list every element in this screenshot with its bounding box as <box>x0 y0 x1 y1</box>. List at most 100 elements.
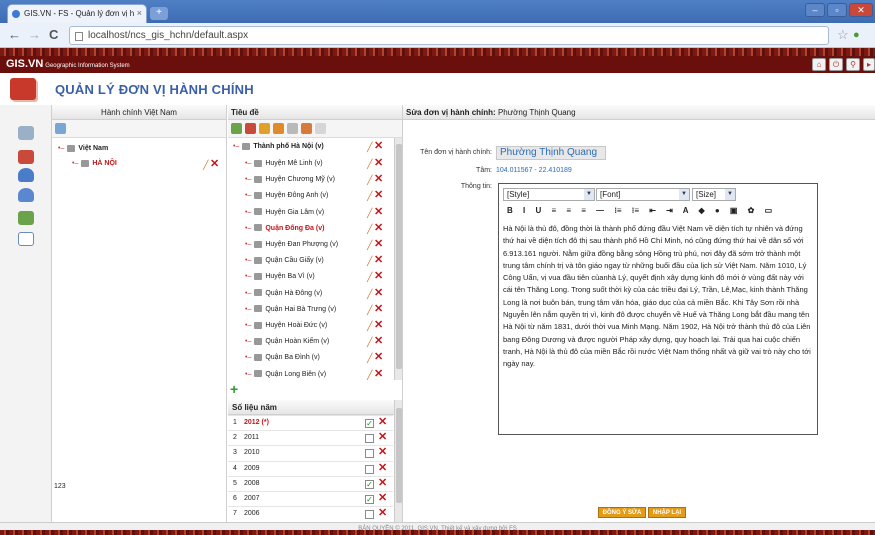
style-select[interactable]: [Style] ▼ <box>503 188 595 201</box>
bookmark-star-icon[interactable]: ☆ <box>837 27 849 43</box>
district-item[interactable]: •– Quận Hà Đông (v) <box>245 285 322 302</box>
delete-icon[interactable]: ✕ <box>374 320 383 331</box>
edit-icon[interactable]: ╱ <box>367 191 372 201</box>
year-row[interactable]: 3 2010 ✕ <box>228 445 393 459</box>
year-checkbox[interactable]: ✓ <box>365 495 374 504</box>
new-tab-button[interactable]: + <box>150 7 168 20</box>
network-icon[interactable] <box>18 126 34 140</box>
edit-icon[interactable]: ╱ <box>367 224 372 234</box>
delete-icon[interactable]: ✕ <box>374 352 383 363</box>
copy-icon[interactable] <box>287 123 298 134</box>
delete-icon[interactable]: ✕ <box>374 368 383 380</box>
district-item[interactable]: •– Quận Hoàn Kiếm (v) <box>245 333 329 350</box>
font-select[interactable]: [Font] ▼ <box>596 188 690 201</box>
edit-icon[interactable]: ╱ <box>367 142 372 152</box>
year-checkbox[interactable] <box>365 510 374 520</box>
edit-icon[interactable]: ╱ <box>367 208 372 218</box>
delete-icon[interactable]: ✕ <box>374 336 383 347</box>
delete-icon[interactable]: ✕ <box>374 190 383 201</box>
delete-icon[interactable]: ✕ <box>374 141 383 152</box>
browser-tab[interactable]: GIS.VN - FS - Quản lý đơn vị h × <box>7 4 147 23</box>
district-item[interactable]: •– Huyện Mê Linh (v) <box>245 155 323 172</box>
year-row[interactable]: 1 2012 (*) ✓ ✕ <box>228 415 393 429</box>
delete-icon[interactable]: ✕ <box>374 158 383 169</box>
edit-icon[interactable]: ╱ <box>367 321 372 331</box>
delete-icon[interactable]: ✕ <box>374 222 383 234</box>
delete-icon[interactable]: ✕ <box>378 493 387 504</box>
year-row[interactable]: 2 2011 ✕ <box>228 430 393 444</box>
district-item[interactable]: •– Huyện Ba Vì (v) <box>245 268 315 285</box>
power-icon[interactable]: ⏻ <box>829 58 843 71</box>
delete-icon[interactable]: ✕ <box>374 206 383 218</box>
delete-icon[interactable]: ✕ <box>210 159 219 170</box>
district-item[interactable]: •– Quận Long Biên (v) <box>245 366 326 380</box>
home-icon[interactable]: ⌂ <box>812 58 826 71</box>
tree-item-hanoi[interactable]: •– HÀ NỘI <box>72 155 117 172</box>
delete-icon[interactable]: ✕ <box>378 417 387 428</box>
district-item[interactable]: •– Huyện Đông Anh (v) <box>245 187 328 204</box>
year-checkbox[interactable]: ✓ <box>365 479 374 489</box>
map-icon[interactable] <box>18 150 34 164</box>
district-item[interactable]: •– Huyện Đan Phượng (v) <box>245 236 338 253</box>
year-checkbox[interactable] <box>365 434 374 444</box>
name-input[interactable]: Phường Thịnh Quang <box>496 146 606 160</box>
close-tab-icon[interactable]: × <box>137 8 142 18</box>
delete-icon[interactable]: ✕ <box>374 255 383 266</box>
delete-icon[interactable]: ✕ <box>374 287 383 299</box>
district-item[interactable]: •– Huyện Gia Lâm (v) <box>245 204 324 221</box>
close-window-icon[interactable]: ✕ <box>849 3 873 17</box>
district-item[interactable]: •– Quận Hai Bà Trưng (v) <box>245 301 336 318</box>
forward-icon[interactable]: → <box>28 27 41 43</box>
reset-button[interactable]: NHẬP LẠI <box>648 507 686 518</box>
back-icon[interactable]: ← <box>8 27 21 43</box>
delete-icon[interactable]: ✕ <box>374 239 383 250</box>
format-toolbar[interactable]: B I U ≡ ≡ ≡ — ⁝≡ ⁝≡ ⇤ ⇥ A ◆ ● ▣ ✿ ▭ <box>507 206 807 218</box>
district-item[interactable]: •– Quận Cầu Giấy (v) <box>245 252 324 269</box>
year-checkbox[interactable] <box>365 464 374 474</box>
delete-icon[interactable]: ✕ <box>378 508 387 519</box>
edit-icon[interactable]: ╱ <box>367 159 372 169</box>
edit-icon[interactable]: ╱ <box>367 256 372 266</box>
edit-icon[interactable]: ╱ <box>367 337 372 347</box>
map-edit-icon[interactable] <box>245 123 256 134</box>
year-row[interactable]: 7 2006 ✕ <box>228 506 393 520</box>
delete-icon[interactable]: ✕ <box>378 447 387 458</box>
year-row[interactable]: 5 2008 ✓ ✕ <box>228 475 393 490</box>
user-icon[interactable] <box>18 168 34 182</box>
delete-icon[interactable]: ✕ <box>374 271 383 282</box>
add-root-icon[interactable] <box>55 123 66 134</box>
year-row[interactable]: 6 2007 ✓ ✕ <box>228 491 393 505</box>
district-item[interactable]: •– Quận Ba Đình (v) <box>245 349 320 366</box>
settings-icon[interactable] <box>315 123 326 134</box>
delete-icon[interactable]: ✕ <box>378 462 387 474</box>
users-icon[interactable] <box>18 188 34 202</box>
add-year-button[interactable]: + <box>230 382 242 396</box>
district-scrollbar[interactable] <box>394 138 402 380</box>
district-item[interactable]: •– Huyện Chương Mỹ (v) <box>245 171 335 188</box>
edit-icon[interactable]: ╱ <box>367 175 372 185</box>
size-select[interactable]: [Size] ▼ <box>692 188 736 201</box>
tree-item-city[interactable]: •– Thành phố Hà Nội (v) <box>233 138 324 155</box>
extension-icon[interactable]: ● <box>853 27 860 43</box>
merge-icon[interactable] <box>301 123 312 134</box>
edit-icon[interactable]: ╱ <box>367 353 372 363</box>
export-icon[interactable] <box>273 123 284 134</box>
url-input[interactable]: localhost/ncs_gis_hchn/default.aspx <box>69 26 829 45</box>
minimize-icon[interactable]: – <box>805 3 825 17</box>
editor-content[interactable]: Hà Nội là thủ đô, đồng thời là thành phố… <box>500 223 816 429</box>
save-button[interactable]: ĐỒNG Ý SỬA <box>598 507 646 518</box>
search-icon[interactable]: ⚲ <box>846 58 860 71</box>
edit-icon[interactable]: ╱ <box>367 305 372 315</box>
years-scrollbar[interactable] <box>394 400 402 522</box>
edit-icon[interactable]: ╱ <box>367 272 372 282</box>
delete-icon[interactable]: ✕ <box>374 174 383 185</box>
edit-icon[interactable]: ╱ <box>203 160 208 170</box>
checklist-icon[interactable] <box>18 232 34 246</box>
year-row[interactable]: 4 2009 ✕ <box>228 460 393 475</box>
year-checkbox[interactable] <box>365 449 374 459</box>
district-item[interactable]: •– Huyện Hoài Đức (v) <box>245 317 327 334</box>
import-icon[interactable] <box>259 123 270 134</box>
edit-icon[interactable]: ╱ <box>367 240 372 250</box>
add-icon[interactable] <box>231 123 242 134</box>
delete-icon[interactable]: ✕ <box>378 477 387 489</box>
